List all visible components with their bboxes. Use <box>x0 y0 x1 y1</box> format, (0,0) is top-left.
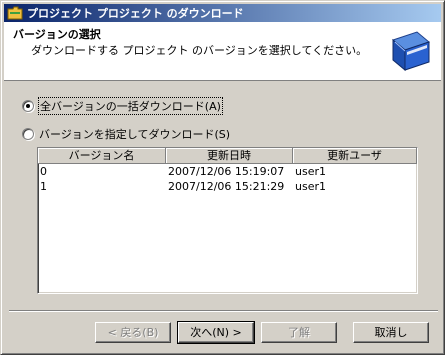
column-header-version-name[interactable]: バージョン名 <box>38 148 166 164</box>
page-title: バージョンの選択 <box>13 28 101 41</box>
updated-by-cell: user1 <box>295 165 326 178</box>
version-name-cell: 1 <box>40 180 47 193</box>
title-bar[interactable]: プロジェクト プロジェクト のダウンロード <box>4 4 441 22</box>
finish-button[interactable]: 了解 <box>261 322 337 343</box>
updated-at-cell: 2007/12/06 15:19:07 <box>168 165 285 178</box>
table-row[interactable]: 1 2007/12/06 15:21:29 user1 <box>38 179 417 194</box>
window-title: プロジェクト プロジェクト のダウンロード <box>27 7 244 20</box>
download-all-option[interactable]: 全バージョンの一括ダウンロード(A) <box>22 97 223 115</box>
download-all-radio[interactable] <box>22 100 34 112</box>
download-all-label[interactable]: 全バージョンの一括ダウンロード(A) <box>38 97 223 115</box>
book-icon <box>391 31 431 72</box>
next-button[interactable]: 次へ(N) > <box>177 321 255 344</box>
column-header-updated-by[interactable]: 更新ユーザ <box>293 148 417 164</box>
updated-by-cell: user1 <box>295 180 326 193</box>
version-name-cell: 0 <box>40 165 47 178</box>
download-dialog: プロジェクト プロジェクト のダウンロード バージョンの選択 ダウンロードする … <box>0 0 445 355</box>
download-specific-radio[interactable] <box>22 128 34 140</box>
page-description: ダウンロードする プロジェクト のバージョンを選択してください。 <box>31 44 368 57</box>
folder-icon <box>7 6 23 20</box>
back-button[interactable]: < 戻る(B) <box>95 322 171 343</box>
versions-list[interactable]: バージョン名 更新日時 更新ユーザ 0 2007/12/06 15:19:07 … <box>37 147 418 294</box>
download-specific-label[interactable]: バージョンを指定してダウンロード(S) <box>39 126 230 142</box>
download-specific-option[interactable]: バージョンを指定してダウンロード(S) <box>22 126 230 142</box>
wizard-header: バージョンの選択 ダウンロードする プロジェクト のバージョンを選択してください… <box>4 22 441 81</box>
versions-list-header: バージョン名 更新日時 更新ユーザ <box>38 148 417 164</box>
button-separator <box>9 310 438 312</box>
column-header-updated-at[interactable]: 更新日時 <box>166 148 293 164</box>
cancel-button[interactable]: 取消し <box>353 322 429 343</box>
table-row[interactable]: 0 2007/12/06 15:19:07 user1 <box>38 164 417 179</box>
updated-at-cell: 2007/12/06 15:21:29 <box>168 180 285 193</box>
